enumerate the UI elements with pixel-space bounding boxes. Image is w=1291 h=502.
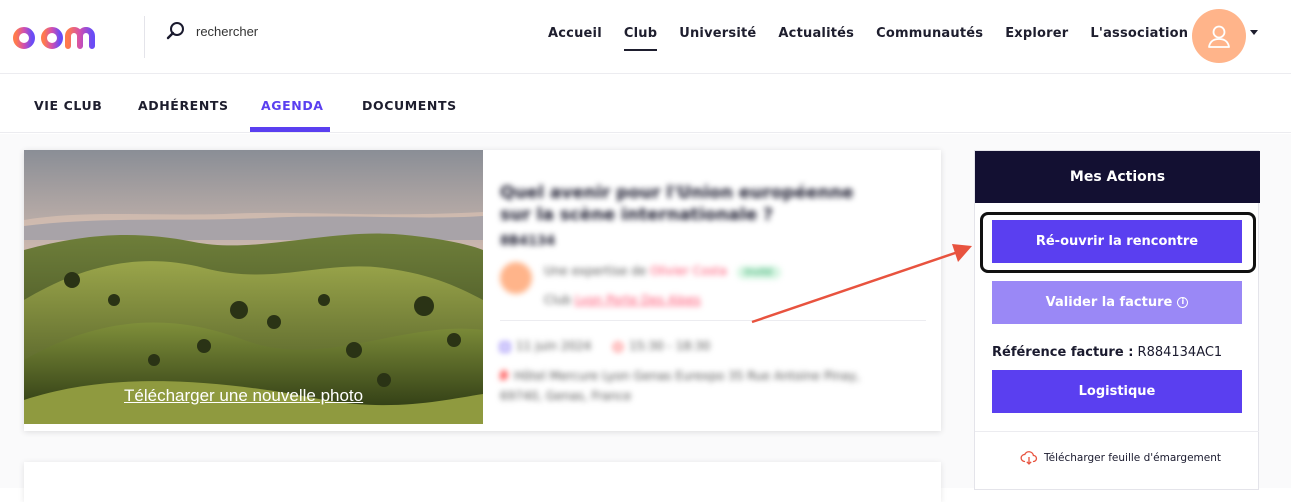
apm-logo[interactable] (12, 14, 112, 54)
nav-club[interactable]: Club (623, 26, 658, 51)
top-bar: rechercher Accueil Club Université Actua… (0, 0, 1291, 74)
invoice-reference: Référence facture : R884134AC1 (992, 345, 1222, 360)
event-datetime: 11 juin 2024 15:30 - 18:30 (500, 339, 710, 353)
validate-invoice-button[interactable]: Valider la facture i (992, 281, 1242, 324)
invoice-reference-label: Référence facture : (992, 345, 1134, 360)
club-prefix: Club (544, 293, 571, 307)
landscape-image (24, 150, 483, 424)
nav-association[interactable]: L'association (1090, 26, 1188, 50)
event-divider (500, 320, 926, 321)
download-attendance-label: Télécharger feuille d'émargement (1044, 452, 1221, 464)
main-nav: Accueil Club Université Actualités Commu… (548, 26, 1210, 51)
club-name-link[interactable]: Lyon Porte Des Alpes (575, 293, 701, 307)
expert-name-link[interactable]: Olivier Costa (650, 264, 727, 278)
event-club: Club Lyon Porte Des Alpes (544, 293, 701, 307)
event-time: 15:30 - 18:30 (629, 339, 711, 353)
cloud-download-icon (1020, 451, 1038, 465)
next-event-card (24, 462, 941, 502)
active-tab-indicator (250, 127, 330, 132)
actions-header: Mes Actions (975, 151, 1260, 203)
expert-prefix: Une expertise de (544, 264, 647, 278)
expert-avatar (500, 262, 532, 294)
invoice-reference-value: R884134AC1 (1137, 345, 1223, 360)
logistics-button[interactable]: Logistique (992, 370, 1242, 413)
calendar-icon (500, 341, 510, 352)
event-title[interactable]: Quel avenir pour l'Union européenne sur … (500, 182, 890, 226)
logo-separator (144, 16, 145, 58)
tab-adherents[interactable]: ADHÉRENTS (138, 98, 229, 113)
event-code: 8B4134 (500, 234, 556, 249)
validate-invoice-label: Valider la facture (1045, 295, 1173, 310)
nav-communautes[interactable]: Communautés (876, 26, 983, 50)
info-icon[interactable]: i (1177, 297, 1189, 308)
nav-accueil[interactable]: Accueil (548, 26, 602, 50)
nav-universite[interactable]: Université (679, 26, 756, 50)
event-address: Hôtel Mercure Lyon Genas Eurexpo 35 Rue … (500, 369, 861, 403)
clock-icon (613, 341, 624, 352)
tab-documents[interactable]: DOCUMENTS (362, 98, 457, 113)
reopen-meeting-button[interactable]: Ré-ouvrir la rencontre (992, 220, 1242, 263)
search-icon (166, 22, 184, 40)
location-pin-icon (500, 370, 508, 380)
actions-divider (975, 431, 1259, 432)
upload-photo-link[interactable]: Télécharger une nouvelle photo (124, 386, 363, 406)
event-card: Télécharger une nouvelle photo Quel aven… (24, 150, 941, 431)
search-bar[interactable]: rechercher (166, 20, 258, 42)
event-expert: Une expertise de Olivier Costa Invité (544, 264, 781, 279)
download-attendance-link[interactable]: Télécharger feuille d'émargement (1020, 451, 1221, 465)
tab-vie-club[interactable]: VIE CLUB (34, 98, 102, 113)
nav-explorer[interactable]: Explorer (1005, 26, 1068, 50)
user-avatar[interactable] (1192, 9, 1246, 63)
event-date: 11 juin 2024 (516, 339, 592, 353)
chevron-down-icon[interactable] (1250, 30, 1258, 35)
user-icon (1208, 25, 1230, 48)
expert-tag-badge: Invité (736, 266, 781, 279)
event-photo: Télécharger une nouvelle photo (24, 150, 483, 424)
tab-agenda[interactable]: AGENDA (261, 98, 324, 113)
event-location: Hôtel Mercure Lyon Genas Eurexpo 35 Rue … (500, 366, 900, 406)
club-subnav: VIE CLUB ADHÉRENTS AGENDA DOCUMENTS (0, 75, 1291, 133)
nav-actualites[interactable]: Actualités (778, 26, 854, 50)
search-input[interactable]: rechercher (196, 24, 258, 39)
